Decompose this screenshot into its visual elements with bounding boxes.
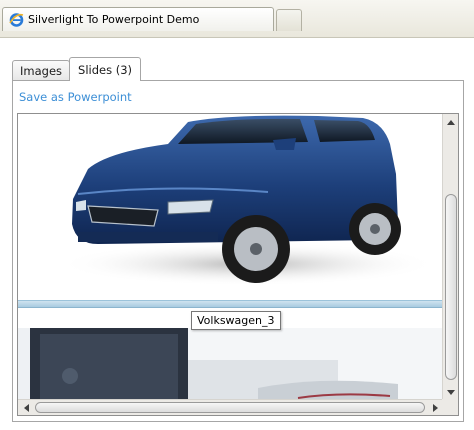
slide-thumbnail[interactable] [18,114,443,300]
horizontal-scrollbar[interactable] [18,399,443,415]
tab-bar: Images Slides (3) [12,57,142,81]
slide-thumbnail[interactable] [18,328,443,400]
slide-viewer: Volkswagen_3 [17,113,459,416]
scroll-down-button[interactable] [443,384,458,400]
triangle-left-icon [23,404,29,412]
car-photo [58,115,438,286]
scroll-right-button[interactable] [427,400,443,415]
tab-images[interactable]: Images [12,60,71,81]
vertical-scrollbar[interactable] [442,114,458,400]
triangle-right-icon [432,404,438,412]
save-as-powerpoint-link[interactable]: Save as Powerpoint [19,90,132,104]
triangle-up-icon [447,119,455,125]
slide-tooltip: Volkswagen_3 [191,311,281,330]
browser-tab[interactable]: Silverlight To Powerpoint Demo [2,7,274,31]
triangle-down-icon [447,389,455,395]
scrollbar-corner [442,399,458,415]
scroll-up-button[interactable] [443,114,458,130]
vertical-scroll-thumb[interactable] [445,194,457,380]
horizontal-scroll-thumb[interactable] [35,402,425,413]
scroll-left-button[interactable] [18,400,34,415]
new-tab-button[interactable] [276,9,302,31]
internet-explorer-icon [9,12,24,27]
browser-tab-title: Silverlight To Powerpoint Demo [28,13,200,26]
browser-tabstrip: Silverlight To Powerpoint Demo [0,0,474,38]
slide-divider [18,300,443,308]
slides-panel: Save as Powerpoint Volkswagen_3 [12,80,464,422]
tab-slides[interactable]: Slides (3) [69,57,142,81]
volkswagen-photo [18,328,443,400]
slide-viewport: Volkswagen_3 [18,114,443,400]
